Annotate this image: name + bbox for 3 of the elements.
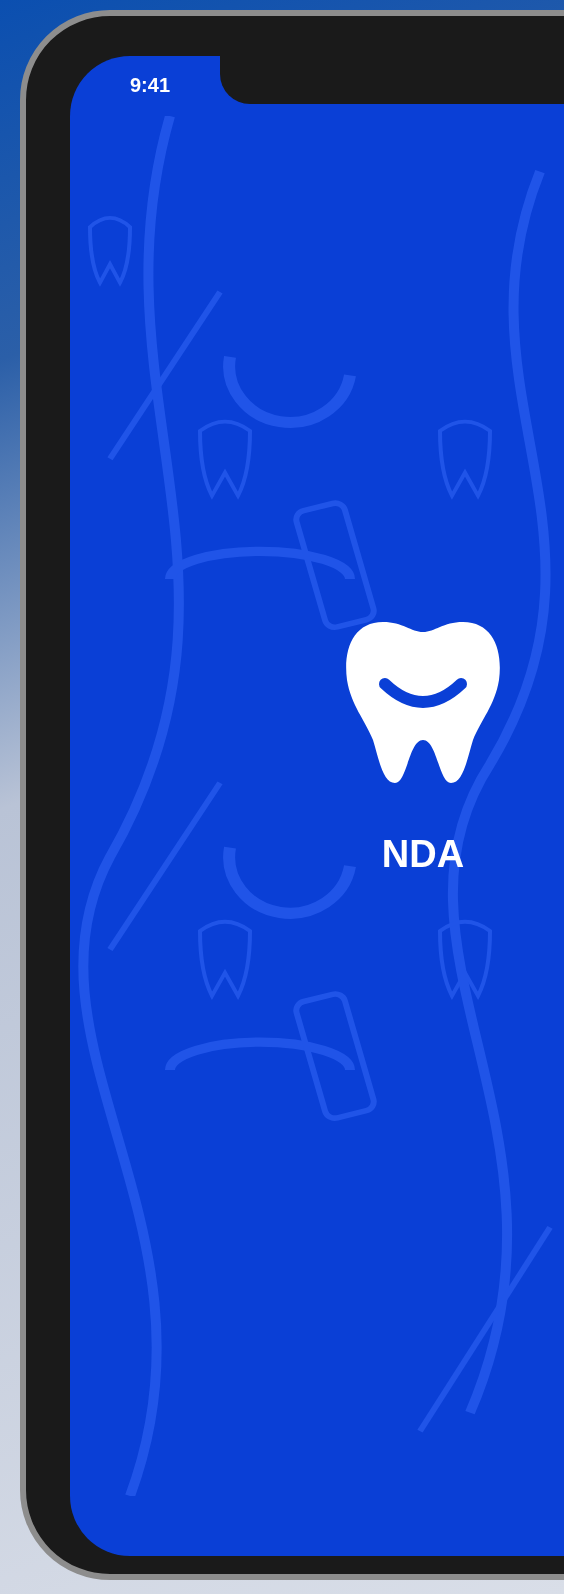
- app-name: NDA: [381, 833, 465, 876]
- status-time: 9:41: [130, 74, 171, 96]
- tooth-logo-icon: [343, 620, 503, 785]
